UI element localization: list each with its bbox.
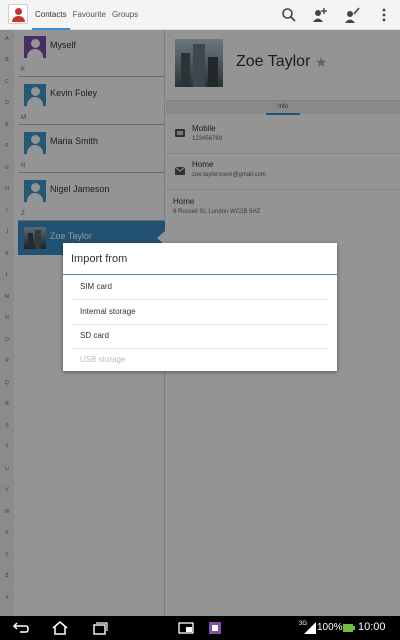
recent-apps-icon[interactable]	[90, 619, 110, 637]
tab-groups[interactable]: Groups	[109, 0, 141, 30]
signal-strength-icon	[304, 622, 316, 634]
search-icon[interactable]	[280, 6, 298, 24]
import-from-dialog: Import from SIM card Internal storage SD…	[63, 243, 337, 371]
edit-contact-icon[interactable]	[343, 6, 361, 24]
status-clock: 10:00	[358, 621, 386, 633]
dialog-title: Import from	[71, 253, 128, 265]
option-sim-card[interactable]: SIM card	[72, 275, 328, 299]
overflow-menu-icon[interactable]	[375, 6, 393, 24]
option-sd-card[interactable]: SD card	[72, 324, 328, 348]
action-bar: Contacts Favourite Groups	[0, 0, 400, 30]
notification-app-icon[interactable]	[205, 619, 225, 637]
tab-favourite[interactable]: Favourite	[70, 0, 109, 30]
system-navigation-bar: 3G 100% 10:00	[0, 616, 400, 640]
home-icon[interactable]	[50, 619, 70, 637]
add-contact-icon[interactable]	[310, 6, 328, 24]
small-apps-icon[interactable]	[176, 619, 196, 637]
contacts-app-icon[interactable]	[8, 4, 28, 24]
option-usb-storage: USB storage	[80, 355, 126, 364]
tab-contacts[interactable]: Contacts	[32, 0, 70, 30]
tab-bar: Contacts Favourite Groups	[32, 0, 141, 30]
battery-percent: 100%	[317, 622, 343, 633]
back-icon[interactable]	[10, 619, 30, 637]
option-internal-storage[interactable]: Internal storage	[72, 300, 328, 324]
battery-icon	[343, 624, 355, 632]
